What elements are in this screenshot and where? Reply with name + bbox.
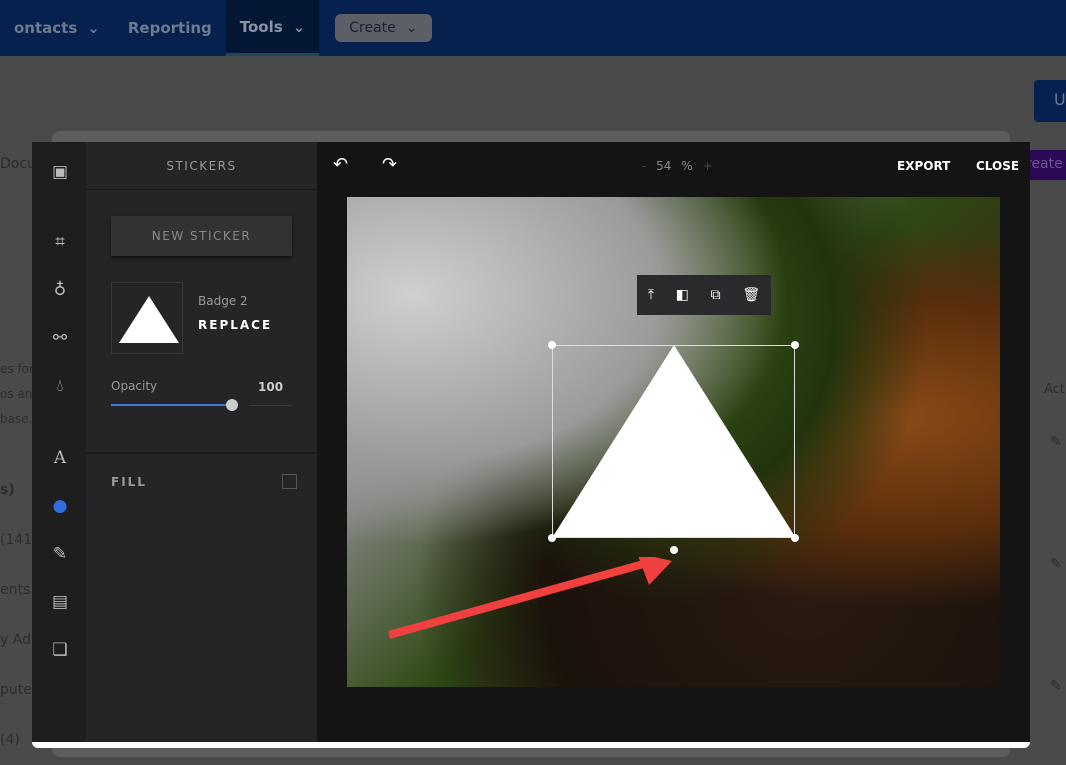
opacity-input-underline <box>249 405 291 406</box>
bg-text: pute <box>0 682 32 698</box>
filter-flask-icon[interactable]: ♁ <box>50 280 70 300</box>
nav-label: ontacts <box>14 19 78 37</box>
export-button[interactable]: EXPORT <box>897 159 950 173</box>
bg-text: s) <box>0 482 15 498</box>
library-icon[interactable]: ▣ <box>50 162 70 182</box>
actions-header: Act <box>1044 382 1065 397</box>
tab-documents[interactable]: Docu <box>0 156 36 172</box>
fill-checkbox[interactable] <box>282 474 297 489</box>
zoom-in-button[interactable]: + <box>703 159 713 173</box>
tool-rail: ▣ ⌗ ♁ ⚯ 💧︎ A ● ✎ ▤ ❏ <box>32 142 86 742</box>
bg-text: ents <box>0 582 31 598</box>
opacity-label: Opacity <box>111 379 158 393</box>
replace-button[interactable]: REPLACE <box>198 318 272 332</box>
bg-text: (4) <box>0 732 20 748</box>
chevron-down-icon: ⌄ <box>87 19 100 37</box>
resize-handle[interactable] <box>548 534 556 542</box>
divider <box>86 452 317 454</box>
sticker-icon[interactable]: ● <box>50 496 70 516</box>
duplicate-icon[interactable]: ⧉ <box>711 287 721 303</box>
text-icon[interactable]: A <box>50 448 70 468</box>
nav-reporting[interactable]: Reporting <box>114 0 226 56</box>
stickers-panel: STICKERS NEW STICKER Badge 2 REPLACE Opa… <box>86 142 317 742</box>
editor-toolbar: ↶ ↷ - 54 % + EXPORT CLOSE <box>317 142 1030 192</box>
opacity-value[interactable]: 100 <box>258 380 283 394</box>
redo-icon[interactable]: ↷ <box>382 154 397 175</box>
resize-handle[interactable] <box>548 341 556 349</box>
focus-drop-icon[interactable]: 💧︎ <box>50 376 70 396</box>
resize-handle[interactable] <box>791 534 799 542</box>
adjust-sliders-icon[interactable]: ⚯ <box>50 328 70 348</box>
zoom-out-button[interactable]: - <box>642 159 646 173</box>
edit-icon[interactable]: ✎ <box>1050 678 1062 694</box>
chevron-down-icon: ⌄ <box>292 17 306 36</box>
u-button[interactable]: U <box>1034 80 1066 122</box>
edit-icon[interactable]: ✎ <box>1050 434 1062 450</box>
canvas-photo[interactable]: ⤒ ◧ ⧉ 🗑︎ <box>347 197 1000 687</box>
zoom-value: 54 % <box>656 159 693 173</box>
crop-rotate-icon[interactable]: ⌗ <box>50 232 70 252</box>
zoom-control: - 54 % + <box>642 159 713 173</box>
delete-icon[interactable]: 🗑︎ <box>742 287 760 303</box>
panel-title: STICKERS <box>86 142 317 190</box>
fill-label: FILL <box>111 475 147 489</box>
overlay-icon[interactable]: ❏ <box>50 640 70 660</box>
undo-icon[interactable]: ↶ <box>333 154 348 175</box>
image-editor: ▣ ⌗ ♁ ⚯ 💧︎ A ● ✎ ▤ ❏ STICKERS NEW STICKE… <box>32 142 1030 748</box>
nav-label: Reporting <box>127 19 212 37</box>
frame-icon[interactable]: ▤ <box>50 592 70 612</box>
top-navigation: ontacts ⌄ Reporting Tools ⌄ Create ⌄ <box>0 0 1066 56</box>
bg-text: y Ad <box>0 632 31 648</box>
nav-contacts[interactable]: ontacts ⌄ <box>0 0 114 56</box>
rotate-handle[interactable] <box>670 546 678 554</box>
resize-handle[interactable] <box>791 341 799 349</box>
triangle-sticker-icon <box>119 296 179 343</box>
sticker-name: Badge 2 <box>198 294 248 308</box>
sticker-context-toolbar: ⤒ ◧ ⧉ 🗑︎ <box>637 275 771 315</box>
chevron-down-icon: ⌄ <box>405 20 418 36</box>
new-sticker-button[interactable]: NEW STICKER <box>111 216 292 256</box>
bring-forward-icon[interactable]: ⤒ <box>648 287 654 303</box>
opacity-slider-track[interactable] <box>111 404 232 406</box>
create-label: Create <box>349 20 396 36</box>
create-button[interactable]: Create ⌄ <box>335 14 432 42</box>
brush-icon[interactable]: ✎ <box>50 544 70 564</box>
red-arrow-annotation <box>387 557 672 639</box>
bg-text: es for <box>0 362 34 376</box>
edit-icon[interactable]: ✎ <box>1050 556 1062 572</box>
selection-box[interactable] <box>552 345 795 538</box>
flip-icon[interactable]: ◧ <box>676 287 689 303</box>
close-button[interactable]: CLOSE <box>976 159 1019 173</box>
sticker-thumbnail[interactable] <box>111 282 183 354</box>
nav-tools[interactable]: Tools ⌄ <box>225 0 320 56</box>
nav-label: Tools <box>239 17 283 36</box>
opacity-slider-handle[interactable] <box>226 399 238 411</box>
